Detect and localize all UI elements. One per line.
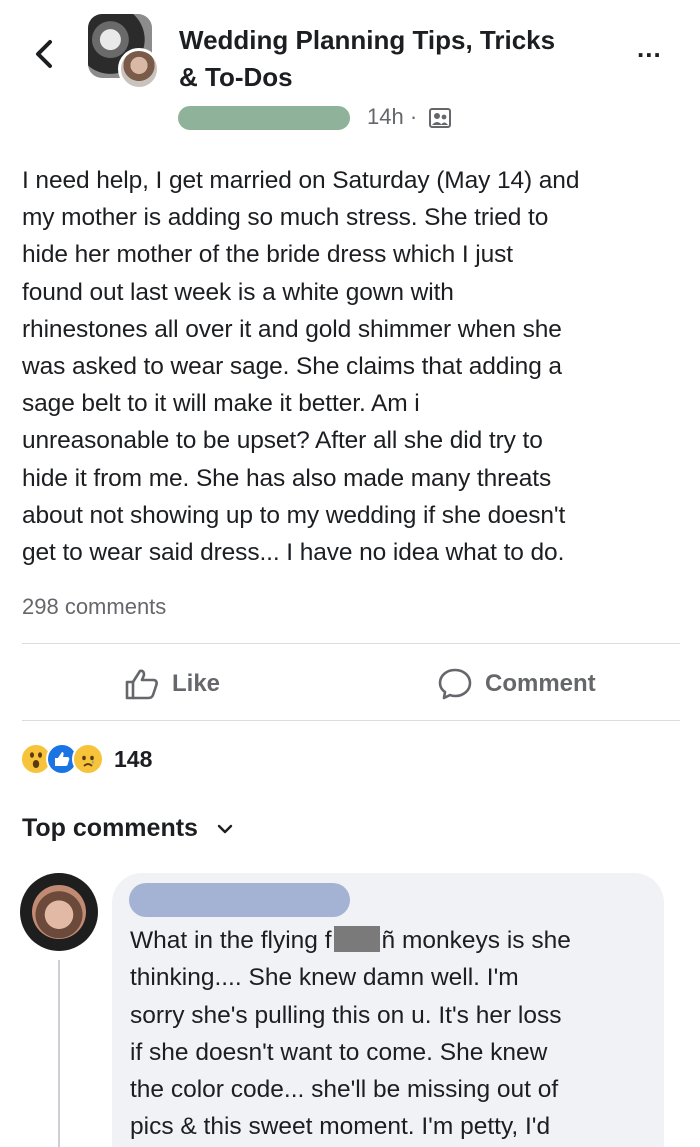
commenter-avatar[interactable] (20, 873, 98, 951)
group-name-line-1: Wedding Planning Tips, Tricks (179, 25, 556, 55)
comment-label: Comment (485, 670, 596, 697)
post-line: found out last week is a white gown with (22, 278, 454, 306)
group-privacy-icon (429, 108, 451, 128)
post-header: Wedding Planning Tips, Tricks & To-Dos .… (0, 0, 700, 140)
post-meta: 14h · (178, 103, 598, 131)
commenter-photo (32, 885, 86, 939)
more-dots-icon: ... (637, 33, 662, 63)
group-name-line-2: & To-Dos (179, 62, 293, 92)
thread-line (58, 960, 60, 1147)
comment-sort-label: Top comments (22, 814, 198, 842)
sad-reaction-icon (72, 743, 104, 775)
comment-button[interactable]: Comment (437, 664, 596, 704)
author-name-redacted[interactable] (178, 106, 350, 130)
comment-line: thinking.... She knew damn well. I'm (130, 964, 519, 992)
comment-line: if she doesn't want to come. She knew (130, 1038, 548, 1066)
comment-line: the color code... she'll be missing out … (130, 1076, 559, 1104)
author-avatar (118, 48, 160, 90)
comment-line: pics & this sweet moment. I'm petty, I'd (130, 1113, 551, 1141)
post-line: I need help, I get married on Saturday (… (22, 167, 580, 194)
group-avatar[interactable] (88, 14, 160, 90)
reaction-count: 148 (114, 745, 153, 772)
commenter-name-redacted[interactable] (129, 883, 350, 917)
comment-sort-dropdown[interactable]: Top comments (22, 814, 234, 843)
divider (22, 720, 680, 721)
more-options-button[interactable]: ... (637, 35, 677, 61)
comment-fragment: ñ monkeys is she (381, 927, 571, 954)
reactions-summary[interactable]: 148 (20, 741, 152, 777)
post-line: unreasonable to be upset? After all she … (22, 427, 543, 455)
comment-line: sorry she's pulling this on u. It's her … (130, 1001, 562, 1029)
post-line: hide it from me. She has also made many … (22, 464, 552, 492)
comment-fragment: What in the flying f (130, 927, 332, 954)
comment-bubble-icon (438, 668, 472, 700)
post-text: I need help, I get married on Saturday (… (22, 162, 682, 571)
post-line: was asked to wear sage. She claims that … (22, 353, 562, 381)
post-line: my mother is adding so much stress. She … (22, 204, 549, 232)
chevron-down-icon (217, 824, 233, 833)
divider (22, 643, 680, 644)
group-name[interactable]: Wedding Planning Tips, Tricks & To-Dos (179, 22, 599, 96)
back-arrow-icon (36, 40, 52, 68)
comment-count[interactable]: 298 comments (22, 592, 166, 622)
post-line: about not showing up to my wedding if sh… (22, 501, 566, 529)
comment-text: What in the flying f ñ monkeys is she thi… (130, 922, 660, 1146)
thumbs-up-icon (125, 669, 158, 700)
like-button[interactable]: Like (124, 664, 220, 704)
censor-block (333, 926, 380, 952)
post-line: rhinestones all over it and gold shimmer… (22, 315, 562, 343)
back-button[interactable] (30, 34, 60, 74)
like-label: Like (172, 670, 221, 697)
post-line: sage belt to it will make it better. Am … (22, 390, 420, 418)
comment-line: What in the flying f ñ monkeys is she (130, 922, 660, 959)
post-timestamp[interactable]: 14h · (367, 103, 417, 131)
post-line: hide her mother of the bride dress which… (22, 241, 513, 269)
post-line: get to wear said dress... I have no idea… (22, 539, 565, 567)
